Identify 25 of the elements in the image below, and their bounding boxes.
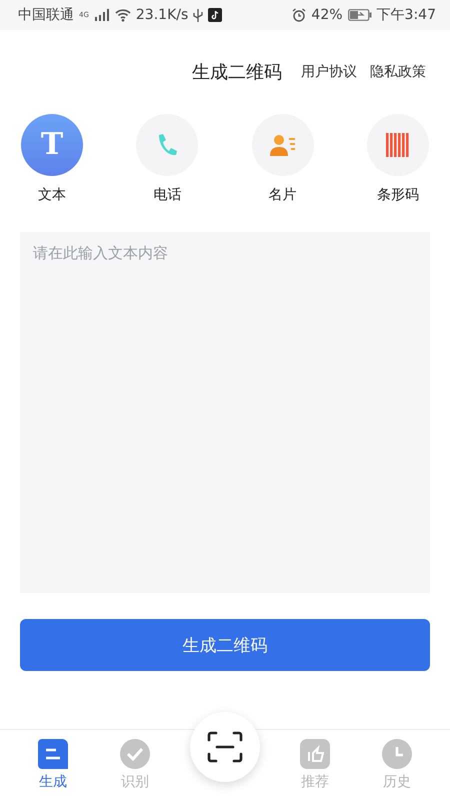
phone-icon <box>156 133 178 157</box>
text-input[interactable]: 请在此输入文本内容 <box>20 232 430 593</box>
page-title: 生成二维码 <box>192 61 282 84</box>
battery-icon <box>348 9 372 21</box>
text-glyph: T <box>40 130 64 160</box>
clock-icon <box>382 739 412 769</box>
thumb-icon <box>300 739 330 769</box>
person-card-icon <box>270 134 296 156</box>
header-link[interactable]: 用户协议 <box>301 63 357 81</box>
nav-tab[interactable]: 生成 <box>12 739 94 791</box>
network-speed: 23.1K/s <box>136 7 188 23</box>
app-icon <box>208 8 222 22</box>
signal-icon <box>94 9 110 21</box>
check-icon <box>120 739 150 769</box>
header-link[interactable]: 隐私政策 <box>370 63 426 81</box>
usb-icon <box>193 8 204 22</box>
alarm-icon <box>292 8 306 22</box>
wifi-icon <box>114 8 131 22</box>
carrier-name: 中国联通 <box>18 6 74 24</box>
document-icon <box>38 739 68 769</box>
barcode-icon <box>386 133 410 157</box>
scan-icon <box>207 731 243 763</box>
generate-button[interactable]: 生成二维码 <box>20 619 430 671</box>
clock: 下午3:47 <box>376 6 436 24</box>
battery-percent: 42% <box>311 7 343 23</box>
